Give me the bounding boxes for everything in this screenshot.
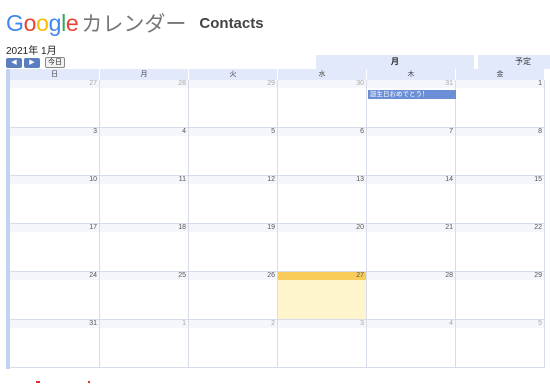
day-cell[interactable]: 15 [456, 176, 545, 224]
logo-letter: G [6, 10, 24, 36]
day-cell[interactable]: 1 [100, 320, 189, 368]
weekday-label: 金 [456, 69, 545, 80]
day-number: 24 [10, 272, 99, 280]
day-number: 8 [456, 128, 544, 136]
logo-letter: g [48, 10, 62, 36]
day-number: 3 [278, 320, 366, 328]
day-number: 18 [100, 224, 188, 232]
weekday-label: 木 [367, 69, 456, 80]
day-number: 5 [189, 128, 277, 136]
day-number: 1 [456, 80, 544, 88]
tab-schedule[interactable]: 予定 [478, 55, 550, 69]
day-cell[interactable]: 17 [10, 224, 100, 272]
day-number: 31 [367, 80, 455, 88]
day-number: 4 [367, 320, 455, 328]
day-number: 27 [10, 80, 99, 88]
day-number: 15 [456, 176, 544, 184]
today-button[interactable]: 今日 [45, 57, 65, 68]
day-cell[interactable]: 29 [189, 80, 278, 128]
weekday-header: 日月火水木金 [10, 69, 545, 80]
day-cell[interactable]: 28 [367, 272, 456, 320]
day-cell[interactable]: 2 [189, 320, 278, 368]
day-number: 14 [367, 176, 455, 184]
scroll-marker [36, 381, 40, 383]
day-number: 20 [278, 224, 366, 232]
day-cell[interactable]: 5 [456, 320, 545, 368]
day-cell[interactable]: 13 [278, 176, 367, 224]
day-number: 28 [367, 272, 455, 280]
day-number: 13 [278, 176, 366, 184]
day-cell[interactable]: 7 [367, 128, 456, 176]
app-header: Google カレンダー Contacts [6, 8, 264, 38]
day-cell[interactable]: 11 [100, 176, 189, 224]
day-cell[interactable]: 10 [10, 176, 100, 224]
day-number: 17 [10, 224, 99, 232]
scroll-marker [88, 381, 90, 383]
day-cell[interactable]: 21 [367, 224, 456, 272]
day-cell[interactable]: 3 [10, 128, 100, 176]
day-cell[interactable]: 28 [100, 80, 189, 128]
day-number: 1 [100, 320, 188, 328]
day-number: 5 [456, 320, 544, 328]
logo-letter: o [23, 10, 37, 36]
nav-controls: ◀ ▶ 今日 [6, 57, 65, 68]
day-cell[interactable]: 22 [456, 224, 545, 272]
day-cell[interactable]: 29 [456, 272, 545, 320]
day-cell[interactable]: 27 [10, 80, 100, 128]
day-number: 25 [100, 272, 188, 280]
day-number: 26 [189, 272, 277, 280]
day-number: 2 [189, 320, 277, 328]
next-month-button[interactable]: ▶ [24, 57, 40, 68]
day-number: 22 [456, 224, 544, 232]
day-cell[interactable]: 1 [456, 80, 545, 128]
day-cell[interactable]: 18 [100, 224, 189, 272]
day-cell[interactable]: 4 [100, 128, 189, 176]
day-number: 7 [367, 128, 455, 136]
day-number: 11 [100, 176, 188, 184]
day-cell[interactable]: 12 [189, 176, 278, 224]
day-cell[interactable]: 25 [100, 272, 189, 320]
prev-month-button[interactable]: ◀ [6, 57, 22, 68]
logo-letter: e [65, 10, 79, 36]
day-number: 30 [278, 80, 366, 88]
day-number: 29 [189, 80, 277, 88]
weekday-label: 水 [278, 69, 367, 80]
day-cell[interactable]: 14 [367, 176, 456, 224]
day-number: 6 [278, 128, 366, 136]
day-cell[interactable]: 31 [10, 320, 100, 368]
month-label: 2021年 1月 [6, 46, 57, 57]
day-number: 21 [367, 224, 455, 232]
tab-month[interactable]: 月 [316, 55, 474, 69]
day-cell[interactable]: 31 [367, 80, 456, 128]
day-cell[interactable]: 30 [278, 80, 367, 128]
day-number: 4 [100, 128, 188, 136]
day-cell-today[interactable]: 27 [278, 272, 367, 320]
day-cell[interactable]: 24 [10, 272, 100, 320]
day-cell[interactable]: 5 [189, 128, 278, 176]
weekday-label: 火 [189, 69, 278, 80]
calendar-event[interactable]: 誕生日おめでとう！ [368, 90, 456, 99]
day-cell[interactable]: 6 [278, 128, 367, 176]
calendar-title: Contacts [199, 15, 264, 32]
weekday-label: 日 [10, 69, 100, 80]
day-cell[interactable]: 26 [189, 272, 278, 320]
day-number: 27 [278, 272, 366, 280]
google-logo: Google [6, 8, 79, 38]
weekday-label: 月 [100, 69, 189, 80]
logo-letter: o [36, 10, 49, 36]
calendar-word: カレンダー [81, 13, 187, 36]
day-number: 10 [10, 176, 99, 184]
day-cell[interactable]: 20 [278, 224, 367, 272]
day-cell[interactable]: 3 [278, 320, 367, 368]
day-number: 31 [10, 320, 99, 328]
day-number: 19 [189, 224, 277, 232]
month-calendar: 日月火水木金 27 28 29 30 31 1 3 4 5 6 7 8 10 11 12 13 14 15 17 18… [6, 69, 550, 369]
day-number: 28 [100, 80, 188, 88]
day-number: 29 [456, 272, 544, 280]
day-cell[interactable]: 19 [189, 224, 278, 272]
day-number: 3 [10, 128, 99, 136]
day-number: 12 [189, 176, 277, 184]
day-cell[interactable]: 8 [456, 128, 545, 176]
day-cell[interactable]: 4 [367, 320, 456, 368]
